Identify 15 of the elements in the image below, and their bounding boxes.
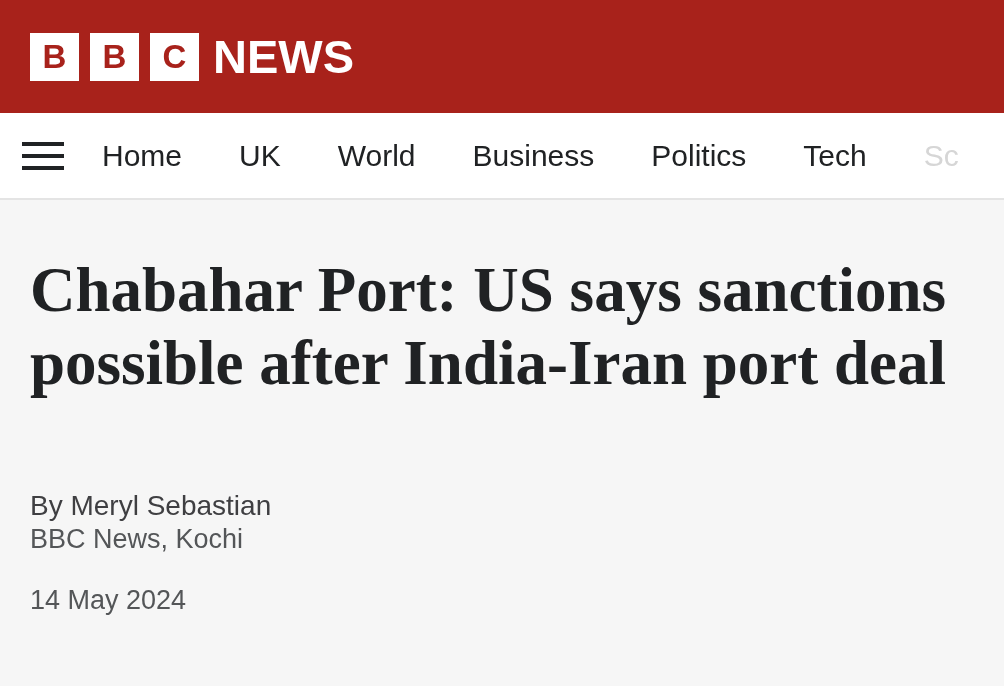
- nav-link[interactable]: World: [337, 138, 416, 173]
- nav-link[interactable]: Tech: [803, 138, 867, 173]
- author-location: BBC News, Kochi: [30, 524, 245, 555]
- logo-block[interactable]: C: [150, 32, 199, 81]
- nav-link[interactable]: Home: [102, 138, 183, 173]
- logo-block[interactable]: B: [30, 32, 79, 81]
- nav-link[interactable]: Politics: [651, 138, 747, 173]
- author-byline: By Meryl Sebastian: [30, 490, 273, 522]
- nav-link[interactable]: Business: [472, 138, 595, 173]
- nav-link[interactable]: UK: [239, 138, 281, 173]
- headline: Chabahar Port: US says sanctions possible after India-Iran port deal: [30, 254, 947, 400]
- brand-name[interactable]: NEWS: [213, 29, 354, 84]
- logo-block[interactable]: B: [90, 32, 139, 81]
- publish-date: 14 May 2024: [30, 585, 188, 616]
- menu-icon[interactable]: [22, 141, 64, 170]
